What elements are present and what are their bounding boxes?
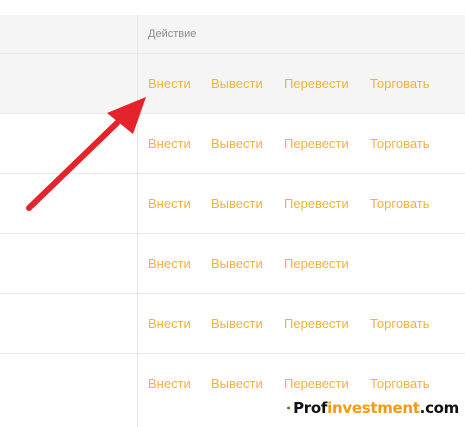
deposit-link[interactable]: Внести [148,256,191,271]
withdraw-link[interactable]: Вывести [211,316,263,331]
table-row: Внести Вывести Перевести [0,233,465,293]
deposit-link[interactable]: Внести [148,376,191,391]
transfer-link[interactable]: Перевести [284,136,349,151]
trade-link[interactable]: Торговать [370,316,430,331]
transfer-link[interactable]: Перевести [284,196,349,211]
accounts-table: Действие Внести Вывести Перевести Торгов… [0,0,465,427]
watermark-suffix: .com [419,399,460,417]
trade-link[interactable]: Торговать [370,196,430,211]
table-header: Действие [0,15,465,53]
watermark-prefix: Prof [293,399,328,417]
withdraw-link[interactable]: Вывести [211,196,263,211]
transfer-link[interactable]: Перевести [284,316,349,331]
deposit-link[interactable]: Внести [148,316,191,331]
withdraw-link[interactable]: Вывести [211,136,263,151]
table-row: Внести Вывести Перевести Торговать [0,293,465,353]
table-row: Внести Вывести Перевести Торговать [0,113,465,173]
withdraw-link[interactable]: Вывести [211,256,263,271]
column-divider [137,15,138,427]
trade-link[interactable]: Торговать [370,76,430,91]
deposit-link[interactable]: Внести [148,196,191,211]
transfer-link[interactable]: Перевести [284,76,349,91]
transfer-link[interactable]: Перевести [284,256,349,271]
table-row: Внести Вывести Перевести Торговать [0,53,465,113]
deposit-link[interactable]: Внести [148,136,191,151]
watermark-accent: investment [327,399,420,417]
transfer-link[interactable]: Перевести [284,376,349,391]
trade-link[interactable]: Торговать [370,376,430,391]
deposit-link[interactable]: Внести [148,76,191,91]
table-row: Внести Вывести Перевести Торговать [0,173,465,233]
watermark-text: Profinvestment.com [293,399,459,417]
action-column-header: Действие [148,28,197,40]
hexagon-logo-icon [287,406,290,410]
site-watermark: Profinvestment.com [283,394,459,422]
withdraw-link[interactable]: Вывести [211,376,263,391]
withdraw-link[interactable]: Вывести [211,76,263,91]
trade-link[interactable]: Торговать [370,136,430,151]
